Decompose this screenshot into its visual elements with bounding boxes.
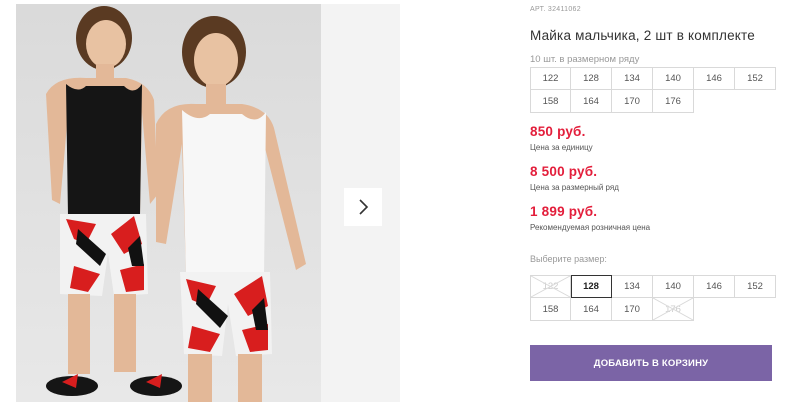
retail-price-label: Рекомендуемая розничная цена: [530, 223, 651, 232]
product-photo-illustration: [16, 4, 321, 402]
size-option[interactable]: 146: [694, 275, 735, 298]
pack-size-grid: 122 128 134 140 146 152 158 164 170 176: [530, 67, 776, 113]
add-to-cart-button[interactable]: ДОБАВИТЬ В КОРЗИНУ: [530, 345, 772, 381]
size-option[interactable]: 164: [571, 298, 612, 321]
pack-note: 10 шт. в размерном ряду: [530, 54, 640, 65]
article-number: АРТ. 32411062: [530, 6, 581, 13]
size-option[interactable]: 152: [735, 275, 776, 298]
size-option-label: 152: [747, 281, 763, 292]
size-option[interactable]: 158: [530, 298, 571, 321]
size-select-label: Выберите размер:: [530, 254, 607, 264]
size-option-label: 134: [624, 281, 640, 292]
unavailable-cross-icon: [653, 298, 693, 320]
size-option: 122: [530, 275, 571, 298]
pack-size-cell: 164: [571, 90, 612, 113]
size-selector: 122 128 134 140 146 152 158 164 170 176: [530, 275, 776, 321]
size-option: 176: [653, 298, 694, 321]
product-photo: [16, 4, 321, 402]
product-gallery: [0, 0, 400, 402]
size-option[interactable]: 170: [612, 298, 653, 321]
size-option[interactable]: 128: [571, 275, 612, 298]
size-option[interactable]: 134: [612, 275, 653, 298]
pack-size-cell: 170: [612, 90, 653, 113]
pack-size-cell: 140: [653, 67, 694, 90]
pack-size-cell: 158: [530, 90, 571, 113]
size-option-label: 128: [583, 281, 599, 292]
size-option-label: 146: [706, 281, 722, 292]
pack-size-cell: 146: [694, 67, 735, 90]
unit-price-label: Цена за единицу: [530, 143, 593, 152]
pack-size-cell: 122: [530, 67, 571, 90]
pack-price: 8 500 руб.: [530, 164, 598, 179]
chevron-right-icon: [359, 199, 369, 215]
size-option-label: 170: [624, 303, 640, 315]
pack-size-cell: 134: [612, 67, 653, 90]
size-option-label: 164: [583, 303, 599, 315]
size-option[interactable]: 140: [653, 275, 694, 298]
pack-price-label: Цена за размерный ряд: [530, 183, 619, 192]
retail-price: 1 899 руб.: [530, 204, 598, 219]
unavailable-cross-icon: [531, 276, 570, 297]
size-option-label: 158: [542, 303, 559, 315]
pack-size-cell: 128: [571, 67, 612, 90]
product-title: Майка мальчика, 2 шт в комплекте: [530, 28, 755, 43]
size-option-label: 140: [665, 281, 681, 292]
pack-size-cell: 176: [653, 90, 694, 113]
pack-size-cell: 152: [735, 67, 776, 90]
next-photo-button[interactable]: [344, 188, 382, 226]
unit-price: 850 руб.: [530, 124, 586, 139]
